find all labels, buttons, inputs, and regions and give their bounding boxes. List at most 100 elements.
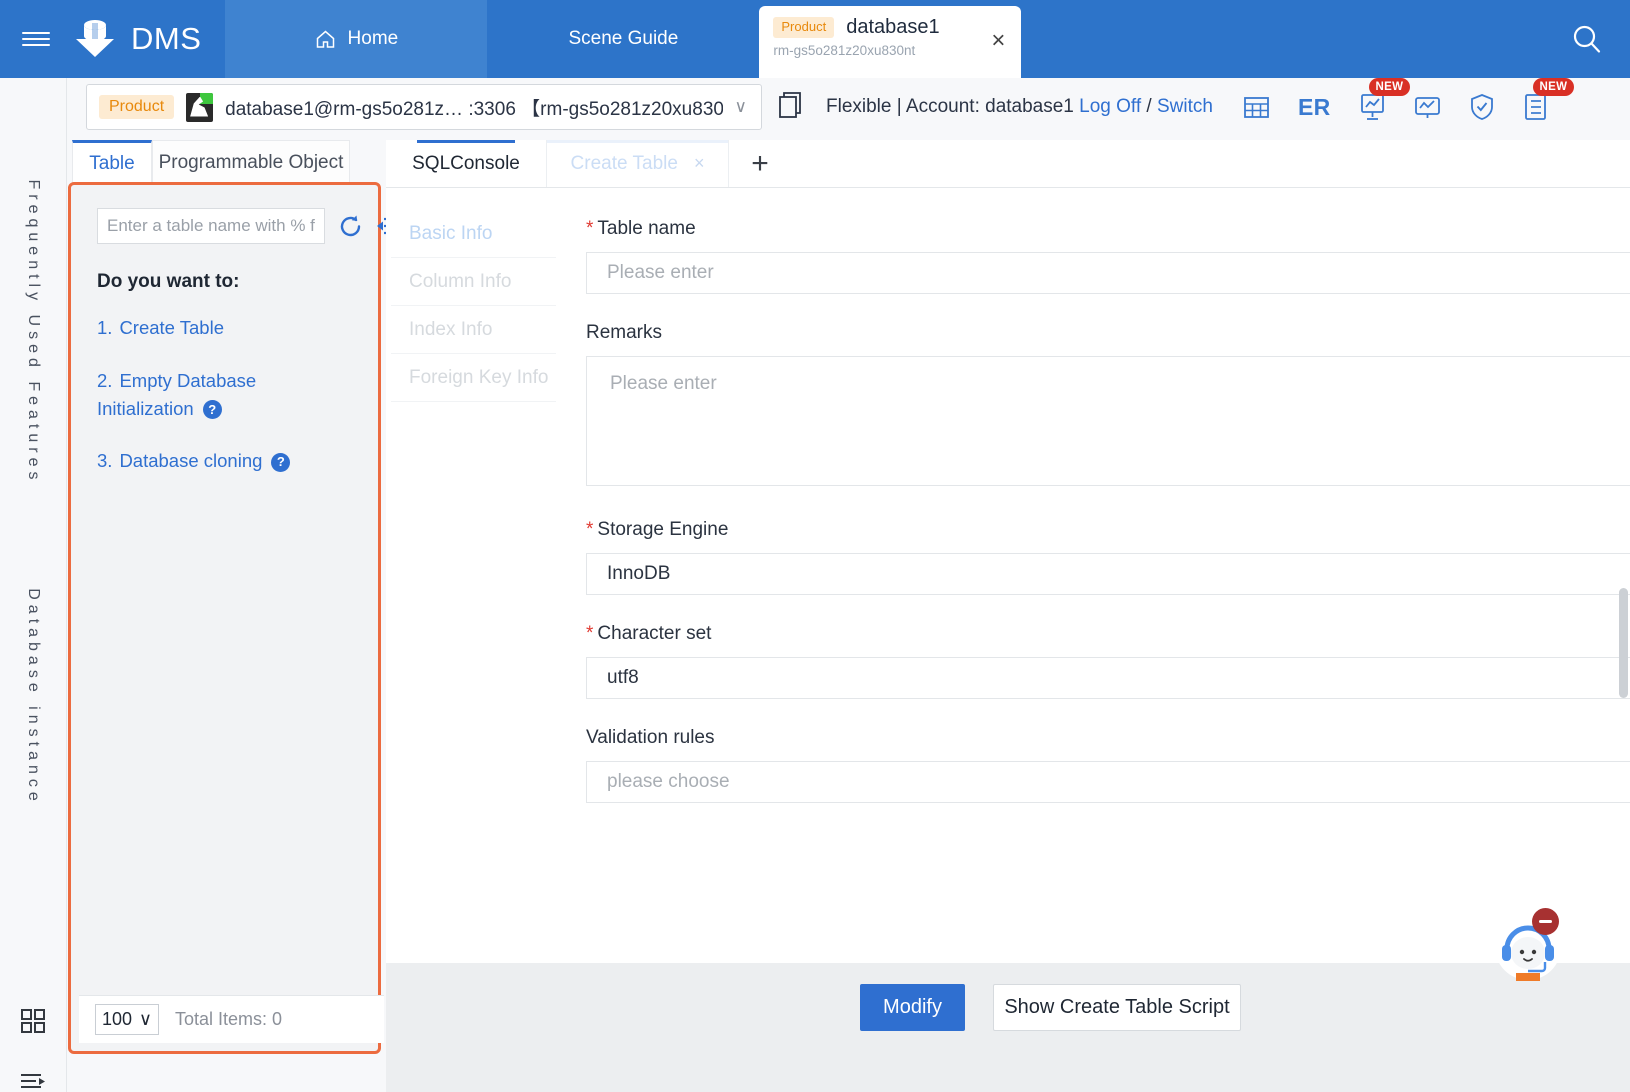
table-sidebar-panel: Do you want to: 1. Create Table 2.Empty D…	[68, 182, 400, 1054]
tab-create-table-label: Create Table	[570, 152, 678, 174]
document-list-icon[interactable]: NEW	[1523, 78, 1575, 121]
table-grid-icon[interactable]	[1243, 94, 1270, 121]
nav-tabs: Home Scene Guide Product database1 rm-gs…	[225, 0, 1022, 78]
connection-bar: Product database1@rm-gs5o281z… :3306 【rm…	[67, 78, 1630, 136]
dms-logo-icon	[76, 20, 114, 57]
table-name-input[interactable]	[586, 252, 1630, 294]
validation-rules-label: Validation rules	[586, 727, 1630, 749]
step-foreign-key-info[interactable]: Foreign Key Info	[391, 354, 556, 402]
required-marker: *	[586, 218, 594, 239]
step-basic-info-label: Basic Info	[409, 222, 493, 244]
sidebar-footer: 100 ∨ Total Items: 0	[79, 995, 384, 1043]
chevron-down-icon[interactable]: ∨	[735, 97, 751, 117]
tab-sqlconsole[interactable]: SQLConsole	[386, 140, 547, 187]
sidebar-prompt: Do you want to:	[97, 271, 240, 292]
left-rail: Frequently Used Features Database instan…	[0, 78, 67, 1092]
storage-engine-label: * Storage Engine	[586, 519, 1630, 541]
table-name-label: * Table name	[586, 218, 1630, 240]
rail-label-frequently-used: Frequently Used Features	[25, 179, 42, 485]
sidebar-search-row	[97, 208, 401, 244]
vertical-scrollbar[interactable]	[1619, 588, 1628, 698]
top-bar: DMS Home Scene Guide Product database1 r…	[0, 0, 1630, 78]
new-badge: NEW	[1368, 78, 1411, 97]
step-basic-info[interactable]: Basic Info	[391, 210, 556, 258]
validation-rules-select[interactable]	[586, 761, 1630, 803]
show-create-table-script-button[interactable]: Show Create Table Script	[993, 984, 1241, 1031]
db-tab-row: Product database1	[773, 16, 1007, 39]
character-set-select[interactable]	[586, 657, 1630, 699]
er-diagram-icon[interactable]: ER	[1298, 94, 1331, 121]
er-label: ER	[1297, 93, 1331, 120]
remarks-label: Remarks	[586, 322, 1630, 344]
nav-tab-home-label: Home	[347, 28, 399, 49]
storage-engine-select[interactable]	[586, 553, 1630, 595]
db-tab-pill: Product	[773, 17, 835, 38]
search-icon[interactable]	[1544, 0, 1630, 78]
action-number: 3.	[97, 450, 113, 472]
modify-button[interactable]: Modify	[860, 984, 965, 1031]
nav-tab-home[interactable]: Home	[225, 0, 488, 78]
label-text: Remarks	[586, 322, 663, 343]
monitor-chart-icon[interactable]	[1414, 94, 1441, 121]
sidebar-tab-programmable-object-label: Programmable Object	[158, 152, 344, 173]
log-off-link[interactable]: Log Off	[1079, 96, 1141, 117]
close-icon[interactable]: ×	[694, 153, 705, 174]
required-marker: *	[586, 519, 594, 540]
field-validation-rules: Validation rules	[586, 727, 1630, 803]
field-character-set: * Character set	[586, 623, 1630, 699]
connection-text: database1@rm-gs5o281z… :3306 【rm-gs5o281…	[225, 98, 723, 120]
search-input[interactable]	[97, 208, 325, 244]
copy-icon[interactable]	[778, 90, 806, 125]
tab-create-table[interactable]: Create Table ×	[547, 140, 729, 187]
db-tab-subtitle: rm-gs5o281z20xu830nt	[773, 43, 916, 58]
chart-board-icon[interactable]: NEW	[1359, 78, 1411, 121]
account-mode-label: Flexible | Account: database1	[826, 96, 1074, 117]
minimize-icon[interactable]	[1532, 908, 1559, 935]
label-text: Validation rules	[586, 727, 715, 748]
remarks-textarea[interactable]	[586, 356, 1630, 486]
total-items-label: Total Items: 0	[175, 1009, 283, 1029]
nav-tab-scene-guide-label: Scene Guide	[568, 28, 679, 49]
collapse-list-icon[interactable]	[19, 1070, 47, 1092]
new-badge: NEW	[1532, 78, 1575, 97]
action-label: Database cloning	[119, 450, 263, 472]
nav-tab-scene-guide[interactable]: Scene Guide	[487, 0, 760, 78]
rail-label-database-instance: Database instance	[25, 588, 42, 806]
refresh-icon[interactable]	[338, 214, 363, 239]
switch-link[interactable]: Switch	[1157, 96, 1213, 117]
connection-selector[interactable]: Product database1@rm-gs5o281z… :3306 【rm…	[86, 84, 762, 130]
db-tab[interactable]: Product database1 rm-gs5o281z20xu830nt ×	[759, 6, 1022, 78]
sidebar-tabs: Table Programmable Object	[72, 140, 377, 185]
create-table-panel: Basic Info Column Info Index Info Foreig…	[386, 188, 1630, 963]
db-tab-title: database1	[846, 16, 940, 38]
brand: DMS	[72, 0, 225, 78]
field-storage-engine: * Storage Engine	[586, 519, 1630, 595]
sidebar-tab-programmable-object[interactable]: Programmable Object	[152, 140, 350, 185]
toolbar-icons: ER NEW NEW	[1243, 78, 1575, 121]
character-set-label: * Character set	[586, 623, 1630, 645]
sidebar-inner: Do you want to: 1. Create Table 2.Empty D…	[75, 189, 400, 1047]
shield-check-icon[interactable]	[1469, 93, 1495, 121]
sidebar-tab-table[interactable]: Table	[72, 140, 152, 185]
grid-apps-icon[interactable]	[20, 1008, 46, 1039]
action-label: Create Table	[119, 317, 224, 338]
brand-name: DMS	[131, 21, 202, 56]
chevron-down-icon: ∨	[138, 1009, 152, 1029]
tab-sqlconsole-label: SQLConsole	[412, 152, 520, 174]
add-tab-button[interactable]: +	[729, 140, 791, 187]
sidebar-action-list: 1. Create Table 2. Empty Database Initiali…	[97, 314, 357, 500]
action-empty-database-initialization[interactable]: 2. Empty Database Initialization?	[97, 367, 357, 423]
close-icon[interactable]: ×	[991, 28, 1005, 53]
help-icon[interactable]: ?	[271, 452, 291, 472]
action-create-table[interactable]: 1. Create Table	[97, 314, 357, 342]
account-info: Flexible | Account: database1 Log Off / …	[826, 96, 1213, 118]
step-column-info[interactable]: Column Info	[391, 258, 556, 306]
hamburger-icon[interactable]	[0, 0, 72, 78]
page-size-select[interactable]: 100 ∨	[95, 1004, 159, 1035]
app-root: DMS Home Scene Guide Product database1 r…	[0, 0, 1630, 1092]
field-remarks: Remarks	[586, 322, 1630, 491]
field-table-name: * Table name	[586, 218, 1630, 294]
step-index-info[interactable]: Index Info	[391, 306, 556, 354]
help-icon[interactable]: ?	[202, 399, 222, 419]
action-database-cloning[interactable]: 3. Database cloning?	[97, 447, 357, 475]
